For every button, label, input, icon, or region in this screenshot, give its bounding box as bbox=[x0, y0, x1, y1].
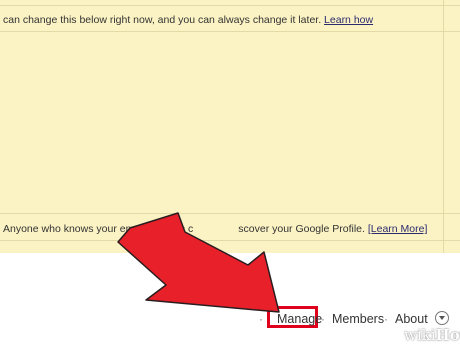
watermark-part1: wiki bbox=[404, 326, 436, 344]
wikihow-watermark: wikiHow bbox=[404, 326, 460, 344]
watermark-part2: How bbox=[435, 326, 460, 344]
red-pointer-arrow-icon bbox=[117, 212, 280, 313]
